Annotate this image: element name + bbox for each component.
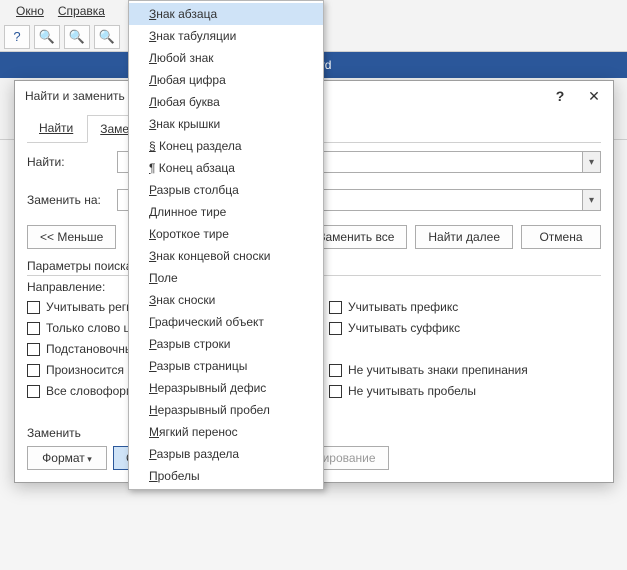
find-next-button[interactable]: Найти далее — [415, 225, 513, 249]
cancel-button[interactable]: Отмена — [521, 225, 601, 249]
menu-help[interactable]: Справка — [58, 4, 105, 18]
special-menu-item[interactable]: Графический объект — [129, 311, 323, 333]
format-button[interactable]: Формат — [27, 446, 107, 470]
special-menu-item[interactable]: Короткое тире — [129, 223, 323, 245]
tab-find[interactable]: Найти — [27, 115, 85, 142]
special-menu-item[interactable]: Любой знак — [129, 47, 323, 69]
special-menu-item[interactable]: Знак сноски — [129, 289, 323, 311]
special-menu-item[interactable]: Длинное тире — [129, 201, 323, 223]
find-dropdown-arrow[interactable]: ▾ — [582, 152, 600, 172]
direction-label: Направление: — [27, 280, 105, 294]
special-menu-item[interactable]: Пробелы — [129, 465, 323, 487]
special-menu-item[interactable]: Знак концевой сноски — [129, 245, 323, 267]
dialog-title: Найти и заменить — [25, 89, 125, 103]
special-menu-item[interactable]: Поле — [129, 267, 323, 289]
replace-label: Заменить на: — [27, 193, 117, 207]
special-menu-item[interactable]: § Конец раздела — [129, 135, 323, 157]
special-menu-item[interactable]: Знак крышки — [129, 113, 323, 135]
special-menu-item[interactable]: Мягкий перенос — [129, 421, 323, 443]
special-menu-item[interactable]: Знак абзаца — [129, 3, 323, 25]
special-menu-item[interactable]: ¶ Конец абзаца — [129, 157, 323, 179]
find-label: Найти: — [27, 155, 117, 169]
special-menu-item[interactable]: Разрыв раздела — [129, 443, 323, 465]
special-menu-item[interactable]: Знак табуляции — [129, 25, 323, 47]
special-menu-item[interactable]: Любая цифра — [129, 69, 323, 91]
zoom-button-3[interactable]: 🔍 — [94, 25, 120, 49]
dialog-help-button[interactable]: ? — [549, 88, 571, 104]
zoom-button-1[interactable]: 🔍 — [34, 25, 60, 49]
special-menu-item[interactable]: Неразрывный пробел — [129, 399, 323, 421]
special-menu: Знак абзацаЗнак табуляцииЛюбой знакЛюбая… — [128, 0, 324, 490]
special-menu-item[interactable]: Разрыв строки — [129, 333, 323, 355]
dialog-close-button[interactable]: ✕ — [583, 88, 605, 105]
replace-dropdown-arrow[interactable]: ▾ — [582, 190, 600, 210]
help-button[interactable]: ? — [4, 25, 30, 49]
special-menu-item[interactable]: Любая буква — [129, 91, 323, 113]
menu-window[interactable]: Окно — [16, 4, 44, 18]
special-menu-item[interactable]: Разрыв страницы — [129, 355, 323, 377]
special-menu-item[interactable]: Разрыв столбца — [129, 179, 323, 201]
chk-ignore-punct[interactable]: Не учитывать знаки препинания — [329, 363, 601, 377]
chk-suffix[interactable]: Учитывать суффикс — [329, 321, 601, 335]
less-button[interactable]: << Меньше — [27, 225, 116, 249]
chk-ignore-spaces[interactable]: Не учитывать пробелы — [329, 384, 601, 398]
chk-prefix[interactable]: Учитывать префикс — [329, 300, 601, 314]
special-menu-item[interactable]: Неразрывный дефис — [129, 377, 323, 399]
right-options: Учитывать префикс Учитывать суффикс Не у… — [329, 300, 601, 398]
zoom-button-2[interactable]: 🔍 — [64, 25, 90, 49]
